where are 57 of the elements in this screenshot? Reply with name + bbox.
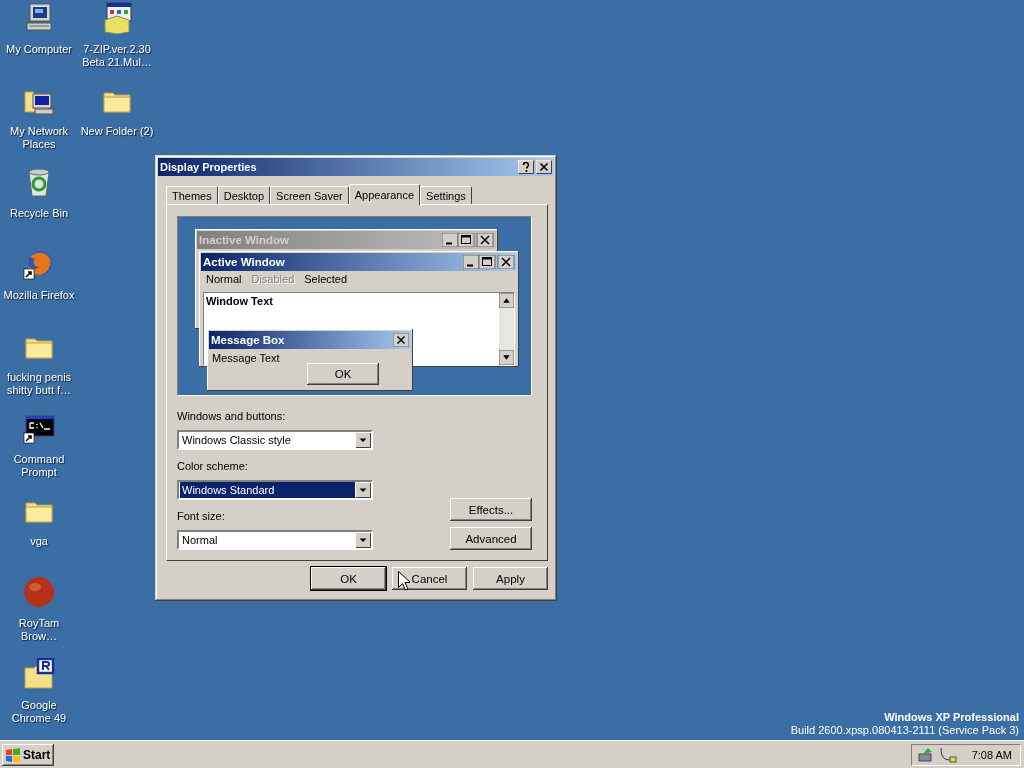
desktop-icon-label[interactable]: Recycle Bin (1, 207, 77, 220)
window-controls-icon (442, 233, 494, 247)
desktop-icon-label[interactable]: My Computer (1, 43, 77, 56)
desktop-icon-label[interactable]: Mozilla Firefox (1, 289, 77, 302)
panel-button[interactable]: Effects... (450, 498, 532, 521)
edition-text: Windows XP Professional (884, 711, 1019, 724)
menu-item[interactable]: Selected (304, 273, 348, 288)
build-text: Build 2600.xpsp.080413-2111 (Service Pack 3) (790, 724, 1019, 737)
folder-icon[interactable] (23, 658, 55, 690)
dialog-button[interactable]: Cancel (392, 567, 467, 590)
desktop-icon-label[interactable]: My Network Places (1, 125, 77, 151)
tab[interactable]: Themes (166, 186, 218, 204)
computer-icon[interactable] (23, 2, 55, 34)
window-controls-icon (463, 255, 515, 269)
tab[interactable]: Appearance (348, 184, 421, 205)
panel-button[interactable]: Advanced (450, 527, 532, 550)
globe-icon[interactable] (23, 248, 55, 280)
desktop-icon-label[interactable]: New Folder (2) (79, 125, 155, 138)
dropdown-arrow-icon (355, 432, 371, 448)
start-button[interactable]: Start (2, 743, 54, 766)
dropdown[interactable]: Windows Standard (177, 480, 373, 500)
desktop-icon-label[interactable]: Command Prompt (1, 453, 77, 479)
desktop-icon-label[interactable]: 7-ZIP.ver.2.30 Beta 21.Mul… (79, 43, 155, 69)
close-button[interactable] (536, 160, 552, 174)
desktop-icon-label[interactable]: RoyTam Brow… (1, 617, 77, 643)
field-label: Color scheme: (177, 460, 249, 474)
desktop-icon-label[interactable]: vga (1, 535, 77, 548)
window-text: Window Text (205, 294, 274, 309)
menu-item[interactable]: Normal (206, 273, 242, 288)
dropdown-arrow-icon (355, 482, 371, 498)
message-box-title: Message Box (211, 334, 285, 346)
active-window-title: Active Window (203, 256, 285, 268)
close-button[interactable] (393, 333, 409, 347)
inactive-window-title: Inactive Window (199, 234, 289, 246)
dialog-button[interactable]: OK (311, 567, 386, 590)
plug-icon[interactable] (938, 746, 957, 763)
tab[interactable]: Screen Saver (270, 186, 349, 204)
installer-icon[interactable] (101, 2, 133, 34)
ok-button[interactable]: OK (307, 363, 379, 385)
dropdown[interactable]: Normal (177, 530, 373, 550)
tab[interactable]: Desktop (217, 186, 271, 204)
window-title: Display Properties (160, 161, 257, 173)
clock: 7:08 AM (971, 748, 1012, 761)
desktop-icon-label[interactable]: fucking penis shitty butt f… (1, 371, 77, 397)
console-icon[interactable] (23, 412, 55, 444)
field-label: Font size: (177, 510, 226, 524)
desktop-icon-label[interactable]: Google Chrome 49 (1, 699, 77, 725)
dialog-button[interactable]: Apply (473, 567, 548, 590)
dropdown-arrow-icon (355, 532, 371, 548)
message-text: Message Text (211, 351, 281, 364)
mouse-cursor-icon (398, 571, 410, 591)
windows-flag-icon (5, 746, 21, 763)
field-label: Windows and buttons: (177, 410, 287, 424)
help-button[interactable] (518, 160, 534, 174)
scroll-bar[interactable] (499, 293, 514, 365)
dropdown[interactable]: Windows Classic style (177, 430, 373, 450)
tab[interactable]: Settings (420, 186, 472, 204)
